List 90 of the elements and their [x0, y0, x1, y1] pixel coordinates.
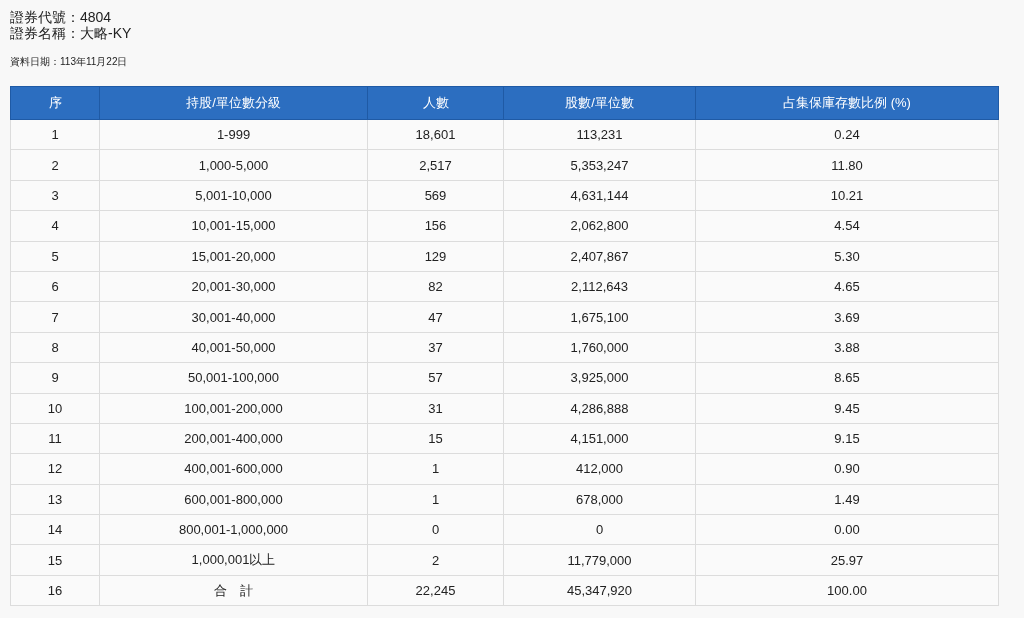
table-cell: 12 — [10, 453, 100, 485]
table-cell: 3.69 — [695, 301, 999, 333]
table-cell: 8 — [10, 332, 100, 363]
column-header: 人數 — [367, 86, 504, 120]
table-cell: 9 — [10, 362, 100, 393]
table-cell: 57 — [367, 362, 504, 393]
table-cell: 1 — [367, 453, 504, 485]
table-cell: 1 — [367, 484, 504, 515]
table-cell: 1,000,001以上 — [99, 544, 368, 576]
table-cell: 13 — [10, 484, 100, 515]
table-cell: 600,001-800,000 — [99, 484, 368, 515]
info-value: 4804 — [80, 9, 112, 25]
table-cell: 10,001-15,000 — [99, 210, 368, 242]
table-cell: 678,000 — [503, 484, 696, 515]
table-cell: 6 — [10, 271, 100, 302]
table-cell: 5,353,247 — [503, 149, 696, 181]
table-cell: 129 — [367, 241, 504, 272]
table-cell: 4,151,000 — [503, 423, 696, 454]
table-cell: 1,760,000 — [503, 332, 696, 363]
table-cell: 1-999 — [99, 119, 368, 150]
table-cell: 2,112,643 — [503, 271, 696, 302]
table-cell: 2,062,800 — [503, 210, 696, 242]
info-label: 證券名稱： — [10, 25, 80, 41]
table-cell: 113,231 — [503, 119, 696, 150]
table-cell: 1 — [10, 119, 100, 150]
table-cell: 0.24 — [695, 119, 999, 150]
table-cell: 11,779,000 — [503, 544, 696, 576]
column-header: 占集保庫存數比例 (%) — [695, 86, 999, 120]
table-cell: 0.90 — [695, 453, 999, 485]
table-cell: 15 — [10, 544, 100, 576]
table-cell: 11.80 — [695, 149, 999, 181]
table-cell: 15,001-20,000 — [99, 241, 368, 272]
table-cell: 1,675,100 — [503, 301, 696, 333]
table-cell: 5.30 — [695, 241, 999, 272]
table-cell: 3 — [10, 180, 100, 211]
table-cell: 1,000-5,000 — [99, 149, 368, 181]
table-cell: 30,001-40,000 — [99, 301, 368, 333]
table-cell: 4,631,144 — [503, 180, 696, 211]
table-cell: 156 — [367, 210, 504, 242]
table-cell: 20,001-30,000 — [99, 271, 368, 302]
table-cell: 18,601 — [367, 119, 504, 150]
table-cell: 2,517 — [367, 149, 504, 181]
table-cell: 40,001-50,000 — [99, 332, 368, 363]
table-cell: 100,001-200,000 — [99, 393, 368, 424]
table-cell: 合 計 — [99, 575, 368, 606]
table-cell: 5,001-10,000 — [99, 180, 368, 211]
column-header: 序 — [10, 86, 100, 120]
table-cell: 200,001-400,000 — [99, 423, 368, 454]
table-cell: 0 — [367, 514, 504, 545]
table-cell: 4.65 — [695, 271, 999, 302]
table-cell: 800,001-1,000,000 — [99, 514, 368, 545]
table-cell: 11 — [10, 423, 100, 454]
data-date: 資料日期：113年11月22日 — [10, 55, 129, 69]
table-cell: 10.21 — [695, 180, 999, 211]
table-cell: 9.45 — [695, 393, 999, 424]
table-cell: 4 — [10, 210, 100, 242]
table-cell: 25.97 — [695, 544, 999, 576]
info-value: 大略-KY — [80, 25, 132, 41]
table-cell: 7 — [10, 301, 100, 333]
table-cell: 4.54 — [695, 210, 999, 242]
table-cell: 4,286,888 — [503, 393, 696, 424]
table-cell: 15 — [367, 423, 504, 454]
table-cell: 2,407,867 — [503, 241, 696, 272]
table-cell: 50,001-100,000 — [99, 362, 368, 393]
table-cell: 2 — [10, 149, 100, 181]
table-cell: 31 — [367, 393, 504, 424]
table-cell: 16 — [10, 575, 100, 606]
table-cell: 5 — [10, 241, 100, 272]
table-cell: 10 — [10, 393, 100, 424]
table-cell: 0 — [503, 514, 696, 545]
table-cell: 1.49 — [695, 484, 999, 515]
table-cell: 8.65 — [695, 362, 999, 393]
column-header: 持股/單位數分級 — [99, 86, 368, 120]
table-cell: 2 — [367, 544, 504, 576]
table-cell: 82 — [367, 271, 504, 302]
table-cell: 37 — [367, 332, 504, 363]
table-cell: 22,245 — [367, 575, 504, 606]
table-cell: 9.15 — [695, 423, 999, 454]
table-cell: 0.00 — [695, 514, 999, 545]
table-cell: 45,347,920 — [503, 575, 696, 606]
table-cell: 3.88 — [695, 332, 999, 363]
info-label: 證券代號： — [10, 9, 80, 25]
table-cell: 569 — [367, 180, 504, 211]
table-cell: 400,001-600,000 — [99, 453, 368, 485]
table-cell: 100.00 — [695, 575, 999, 606]
table-cell: 412,000 — [503, 453, 696, 485]
table-cell: 47 — [367, 301, 504, 333]
table-cell: 14 — [10, 514, 100, 545]
column-header: 股數/單位數 — [503, 86, 696, 120]
table-cell: 3,925,000 — [503, 362, 696, 393]
